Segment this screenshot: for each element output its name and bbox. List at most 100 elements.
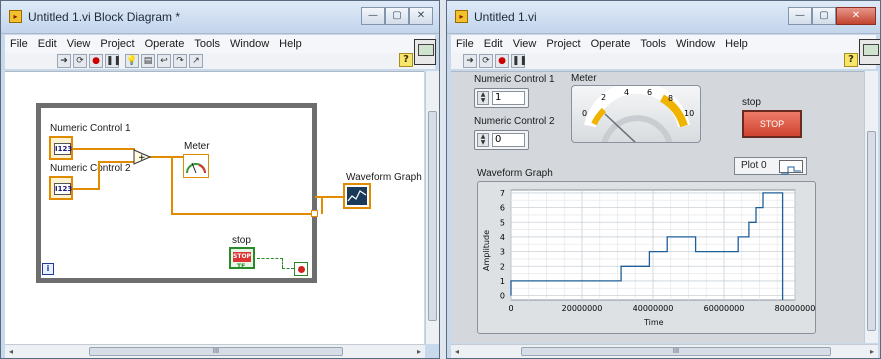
menu-help[interactable]: Help bbox=[274, 38, 307, 50]
stop-label[interactable]: stop bbox=[232, 235, 251, 246]
step-over-icon[interactable]: ↷ bbox=[173, 54, 187, 68]
retain-wire-values-icon[interactable]: ▤ bbox=[141, 54, 155, 68]
minimize-button[interactable]: — bbox=[788, 7, 812, 25]
menu-project[interactable]: Project bbox=[95, 38, 139, 50]
menu-file[interactable]: File bbox=[5, 38, 33, 50]
meter-label[interactable]: Meter bbox=[184, 141, 210, 152]
wire-numeric2-vertical[interactable] bbox=[98, 161, 100, 190]
increment-decrement-arrows[interactable]: ▲ ▼ bbox=[477, 91, 489, 105]
menu-edit[interactable]: Edit bbox=[33, 38, 62, 50]
loop-iteration-terminal[interactable]: i bbox=[42, 263, 54, 275]
meter-indicator-terminal[interactable] bbox=[183, 154, 209, 178]
meter-dial: 0 2 4 6 8 10 bbox=[582, 86, 694, 142]
add-function-node[interactable]: + bbox=[133, 149, 151, 165]
loop-condition-terminal[interactable] bbox=[294, 262, 308, 276]
minimize-button[interactable]: — bbox=[361, 7, 385, 25]
menu-operate[interactable]: Operate bbox=[586, 38, 636, 50]
wire-to-graph-right[interactable] bbox=[315, 196, 345, 198]
numeric-control-2-label[interactable]: Numeric Control 2 bbox=[50, 163, 131, 174]
wire-numeric2-to-add[interactable] bbox=[98, 161, 135, 163]
step-into-icon[interactable]: ↩ bbox=[157, 54, 171, 68]
x-tick-label: 0 bbox=[508, 304, 513, 313]
menu-operate[interactable]: Operate bbox=[140, 38, 190, 50]
menu-view[interactable]: View bbox=[62, 38, 96, 50]
waveform-graph-label[interactable]: Waveform Graph bbox=[346, 172, 422, 183]
stop-terminal[interactable]: STOP TF bbox=[229, 247, 255, 270]
numeric-control-1-label[interactable]: Numeric Control 1 bbox=[50, 123, 131, 134]
numeric-control-2[interactable]: ▲ ▼ 0 bbox=[474, 130, 529, 150]
wire-numeric1-to-add[interactable] bbox=[73, 148, 135, 150]
wire-to-graph-vertical[interactable] bbox=[321, 196, 323, 214]
x-tick-label: 40000000 bbox=[633, 304, 674, 313]
menu-project[interactable]: Project bbox=[541, 38, 585, 50]
waveform-graph-terminal[interactable] bbox=[343, 183, 371, 209]
context-help-icon[interactable]: ? bbox=[399, 53, 413, 67]
wire-stop-vertical[interactable] bbox=[282, 258, 283, 268]
meter-indicator: 0 2 4 6 8 10 bbox=[571, 85, 701, 143]
title-bar[interactable]: ▸ Untitled 1.vi — ▢ ✕ bbox=[447, 1, 880, 34]
vi-icon[interactable] bbox=[859, 39, 880, 65]
maximize-button[interactable]: ▢ bbox=[385, 7, 409, 25]
run-arrow-icon[interactable]: ➜ bbox=[463, 54, 477, 68]
wire-to-graph-left[interactable] bbox=[171, 213, 315, 215]
title-bar[interactable]: ▸ Untitled 1.vi Block Diagram * — ▢ ✕ bbox=[1, 1, 439, 34]
numeric-control-2-terminal[interactable]: I123 bbox=[49, 176, 73, 200]
waveform-graph[interactable]: 0 1 2 3 4 5 6 7 0 20000000 40000000 60000000 800000… bbox=[477, 181, 816, 334]
horizontal-scrollbar[interactable]: ◂ III ▸ bbox=[451, 344, 878, 358]
horizontal-scrollbar[interactable]: ◂ III ▸ bbox=[5, 344, 425, 358]
scroll-thumb[interactable] bbox=[867, 131, 876, 331]
run-arrow-icon[interactable]: ➜ bbox=[57, 54, 71, 68]
step-out-icon[interactable]: ↗ bbox=[189, 54, 203, 68]
abort-icon[interactable]: ● bbox=[89, 54, 103, 68]
plot-legend-swatch[interactable] bbox=[779, 160, 803, 175]
abort-icon[interactable]: ● bbox=[495, 54, 509, 68]
wire-stop-to-condition[interactable] bbox=[257, 258, 283, 259]
scroll-left-arrow[interactable]: ◂ bbox=[455, 347, 459, 356]
run-continuously-icon[interactable]: ⟳ bbox=[73, 54, 87, 68]
stop-button[interactable]: STOP bbox=[742, 110, 802, 138]
menu-window[interactable]: Window bbox=[225, 38, 274, 50]
context-help-icon[interactable]: ? bbox=[844, 53, 858, 67]
menu-window[interactable]: Window bbox=[671, 38, 720, 50]
numeric-control-1-terminal[interactable]: I123 bbox=[49, 136, 73, 160]
vi-icon[interactable] bbox=[414, 39, 436, 65]
maximize-button[interactable]: ▢ bbox=[812, 7, 836, 25]
pause-icon[interactable]: ❚❚ bbox=[511, 54, 527, 68]
menu-bar: File Edit View Project Operate Tools Win… bbox=[5, 35, 435, 53]
y-tick-label: 7 bbox=[500, 189, 505, 198]
menu-file[interactable]: File bbox=[451, 38, 479, 50]
scroll-thumb[interactable] bbox=[428, 111, 437, 321]
wire-stop-to-condition-end[interactable] bbox=[282, 268, 294, 269]
plot-legend[interactable]: Plot 0 bbox=[734, 157, 807, 175]
increment-decrement-arrows[interactable]: ▲ ▼ bbox=[477, 133, 489, 147]
graph-plot-area[interactable]: 0 1 2 3 4 5 6 7 0 20000000 40000000 60000000 800000… bbox=[478, 182, 817, 335]
close-button[interactable]: ✕ bbox=[836, 7, 876, 25]
scroll-left-arrow[interactable]: ◂ bbox=[9, 347, 13, 356]
x-tick-label: 60000000 bbox=[704, 304, 745, 313]
numeric-control-1[interactable]: ▲ ▼ 1 bbox=[474, 88, 529, 108]
numeric-control-1-value[interactable]: 1 bbox=[492, 91, 525, 105]
desktop: ▸ Untitled 1.vi Block Diagram * — ▢ ✕ Fi… bbox=[0, 0, 881, 359]
pause-icon[interactable]: ❚❚ bbox=[105, 54, 121, 68]
menu-edit[interactable]: Edit bbox=[479, 38, 508, 50]
wire-numeric2[interactable] bbox=[73, 188, 99, 190]
y-tick-label: 2 bbox=[500, 262, 505, 271]
scroll-right-arrow[interactable]: ▸ bbox=[870, 347, 874, 356]
scroll-thumb-horizontal[interactable]: III bbox=[521, 347, 831, 356]
scroll-thumb-horizontal[interactable]: III bbox=[89, 347, 343, 356]
menu-view[interactable]: View bbox=[508, 38, 542, 50]
toolbar: ➜ ⟳ ● ❚❚ ? bbox=[451, 53, 876, 69]
vertical-scrollbar[interactable] bbox=[864, 71, 878, 343]
highlight-execution-icon[interactable]: 💡 bbox=[125, 54, 139, 68]
run-continuously-icon[interactable]: ⟳ bbox=[479, 54, 493, 68]
menu-tools[interactable]: Tools bbox=[635, 38, 671, 50]
close-button[interactable]: ✕ bbox=[409, 7, 433, 25]
numeric-control-2-value[interactable]: 0 bbox=[492, 133, 525, 147]
loop-tunnel[interactable] bbox=[311, 210, 318, 217]
menu-tools[interactable]: Tools bbox=[189, 38, 225, 50]
wire-add-to-meter[interactable] bbox=[150, 156, 186, 158]
wire-add-branch[interactable] bbox=[171, 156, 173, 214]
vertical-scrollbar[interactable] bbox=[425, 71, 439, 344]
menu-help[interactable]: Help bbox=[720, 38, 753, 50]
scroll-right-arrow[interactable]: ▸ bbox=[417, 347, 421, 356]
